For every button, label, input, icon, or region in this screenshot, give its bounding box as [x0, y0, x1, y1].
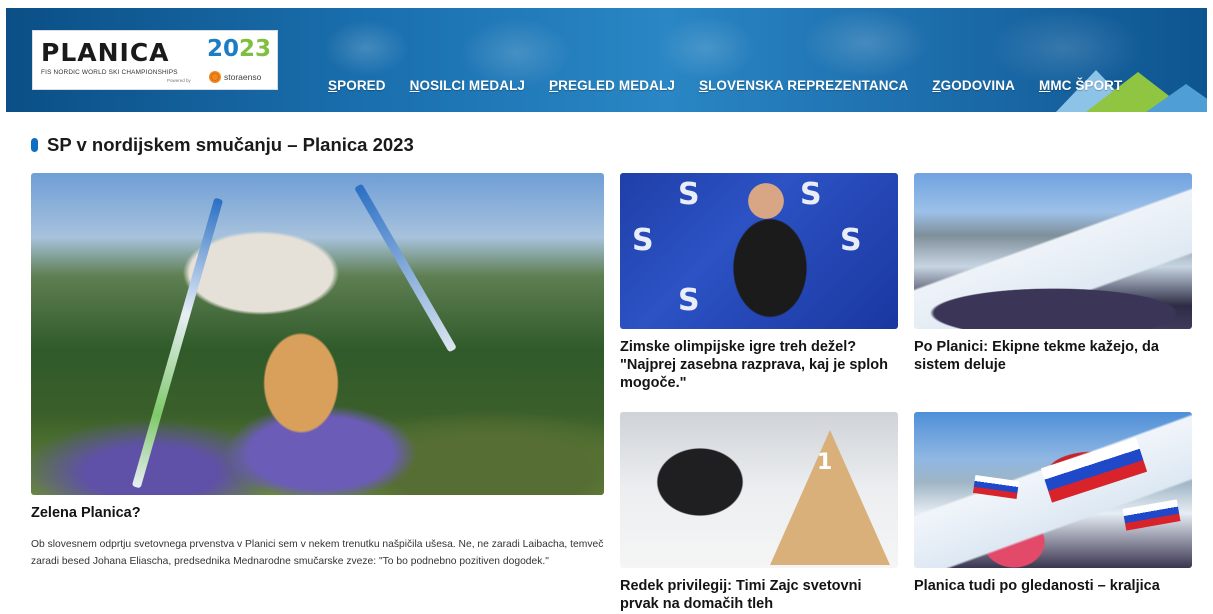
article-card-3[interactable]: 1 Redek privilegij: Timi Zajc svetovni p…: [620, 412, 898, 614]
nav-item-nosilci-medalj[interactable]: NOSILCI MEDALJ: [410, 78, 525, 93]
logo-powered-by: Powered by: [167, 78, 191, 83]
article-headline-4[interactable]: Planica tudi po gledanosti – kraljica: [914, 577, 1192, 595]
section-title: SP v nordijskem smučanju – Planica 2023: [47, 134, 414, 155]
article-image-1[interactable]: S S S S S: [620, 173, 898, 329]
sporto-s-logo: S: [678, 283, 700, 318]
article-card-main[interactable]: Zelena Planica? Ob slovesnem odprtju sve…: [31, 173, 604, 603]
nav-item-mmc-sport[interactable]: MMC ŠPORT: [1039, 78, 1122, 93]
article-headline-1[interactable]: Zimske olimpijske igre treh dežel? "Najp…: [620, 338, 898, 392]
slovenian-flag: [1122, 499, 1181, 531]
nav-item-zgodovina[interactable]: ZGODOVINA: [932, 78, 1015, 93]
article-card-2[interactable]: Po Planici: Ekipne tekme kažejo, da sist…: [914, 173, 1192, 383]
article-image-4[interactable]: [914, 412, 1192, 568]
article-card-4[interactable]: Planica tudi po gledanosti – kraljica: [914, 412, 1192, 614]
logo-year: 2023: [207, 36, 272, 62]
nav-item-pregled-medalj[interactable]: PREGLED MEDALJ: [549, 78, 675, 93]
storaenso-icon: [209, 71, 221, 83]
logo-subtitle: FIS NORDIC WORLD SKI CHAMPIONSHIPS: [41, 69, 178, 76]
sporto-s-logo: S: [800, 177, 822, 212]
ski-pole-decoration: [131, 197, 224, 489]
sponsor-name: storaenso: [224, 72, 262, 82]
article-image-main[interactable]: [31, 173, 604, 495]
article-headline-2[interactable]: Po Planici: Ekipne tekme kažejo, da sist…: [914, 338, 1192, 374]
slovenian-flag: [972, 475, 1020, 499]
sporto-s-logo: S: [840, 223, 862, 258]
article-image-3[interactable]: 1: [620, 412, 898, 568]
sponsor-logo: storaenso: [209, 71, 261, 83]
nav-item-spored[interactable]: SPORED: [328, 78, 386, 93]
section-bullet-icon: [31, 138, 38, 152]
main-nav: SPORED NOSILCI MEDALJ PREGLED MEDALJ SLO…: [328, 78, 1146, 93]
article-headline-main[interactable]: Zelena Planica?: [31, 504, 141, 522]
article-card-1[interactable]: S S S S S Zimske olimpijske igre treh de…: [620, 173, 898, 395]
banner-triangle-decoration: [1146, 84, 1207, 112]
logo-wordmark: PLANICA: [41, 38, 170, 67]
sporto-s-logo: S: [632, 223, 654, 258]
nav-item-slovenska-reprezentanca[interactable]: SLOVENSKA REPREZENTANCA: [699, 78, 908, 93]
article-lead-main: Ob slovesnem odprtju svetovnega prvenstv…: [31, 539, 604, 567]
podium-number: 1: [817, 450, 833, 475]
article-headline-3[interactable]: Redek privilegij: Timi Zajc svetovni prv…: [620, 577, 898, 613]
ski-pole-decoration: [354, 183, 457, 353]
header-banner: PLANICA 2023 FIS NORDIC WORLD SKI CHAMPI…: [6, 8, 1207, 112]
article-image-2[interactable]: [914, 173, 1192, 329]
slovenian-flag: [1040, 437, 1148, 503]
planica-2023-logo[interactable]: PLANICA 2023 FIS NORDIC WORLD SKI CHAMPI…: [32, 30, 278, 90]
section-heading: SP v nordijskem smučanju – Planica 2023: [31, 134, 414, 156]
sporto-s-logo: S: [678, 177, 700, 212]
